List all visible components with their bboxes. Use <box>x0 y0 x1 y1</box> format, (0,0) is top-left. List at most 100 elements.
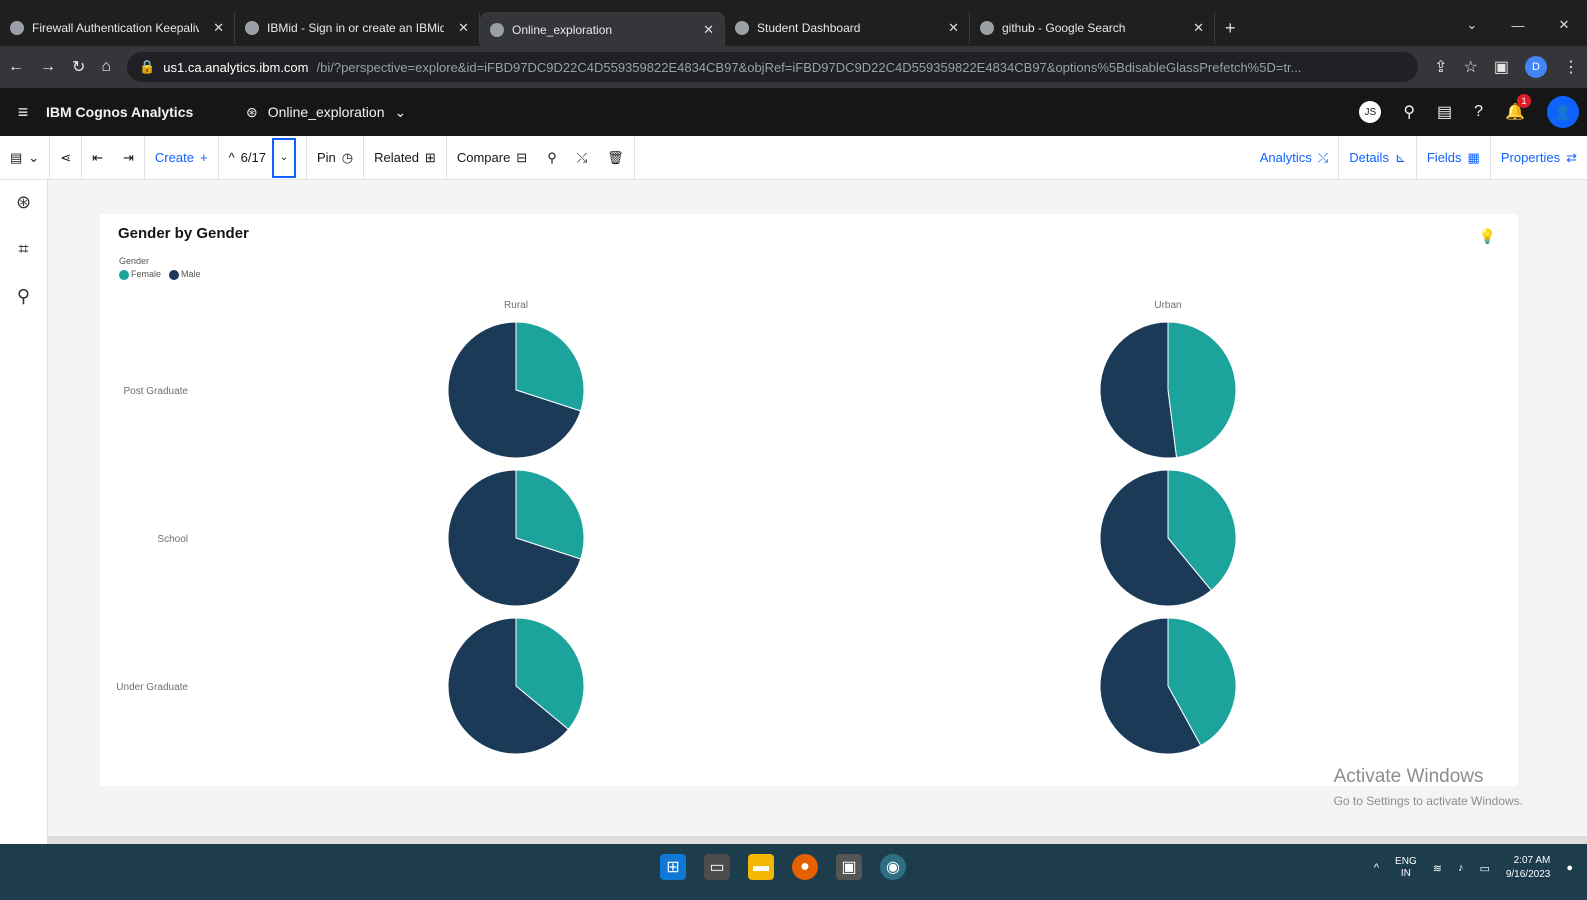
bookmark-star-icon[interactable]: ☆ <box>1464 57 1478 77</box>
pie-slice-male[interactable] <box>1099 321 1178 459</box>
horizontal-scrollbar[interactable] <box>48 836 1587 844</box>
media-icon[interactable]: ▣ <box>836 854 862 880</box>
row-label: Post Graduate <box>124 386 189 397</box>
browser-tab[interactable]: github - Google Search ✕ <box>970 12 1215 44</box>
undo-button[interactable]: ⇤ <box>82 136 113 180</box>
browser-tab[interactable]: Online_exploration ✕ <box>480 12 725 48</box>
pie-slice-female[interactable] <box>1167 321 1237 459</box>
create-button[interactable]: Create + <box>145 135 219 180</box>
redo-button[interactable]: ⇥ <box>113 135 145 180</box>
tab-search-icon[interactable]: ⌄ <box>1449 17 1495 33</box>
close-tab-icon[interactable]: ✕ <box>1193 20 1204 36</box>
details-icon: ⊾ <box>1394 149 1406 165</box>
address-bar-row: ← → ↻ ⌂ 🔒 us1.ca.analytics.ibm.com/bi/?p… <box>0 46 1587 88</box>
file-explorer-icon[interactable]: ▬ <box>748 854 774 880</box>
browser-tab[interactable]: Firewall Authentication Keepalive ✕ <box>0 12 235 44</box>
delete-button[interactable]: 🗑 <box>597 135 635 180</box>
fields-icon: ▦ <box>1467 149 1480 165</box>
relationships-icon[interactable]: ⌗ <box>18 239 28 260</box>
left-rail: ⊛ ⌗ ⚲ <box>0 180 48 844</box>
chevron-down-icon: ⌄ <box>394 103 407 120</box>
row-label: School <box>157 534 188 545</box>
properties-label: Properties <box>1500 150 1561 165</box>
url-field[interactable]: 🔒 us1.ca.analytics.ibm.com/bi/?perspecti… <box>127 52 1419 82</box>
watermark-line1: Activate Windows <box>1333 766 1484 787</box>
close-tab-icon[interactable]: ✕ <box>948 20 959 36</box>
browser-tab-strip: Firewall Authentication Keepalive ✕ IBMid … <box>0 0 1587 48</box>
details-panel-button[interactable]: Details ⊾ <box>1339 135 1417 180</box>
clock[interactable]: 2:07 AM 9/16/2023 <box>1506 854 1551 882</box>
fields-panel-button[interactable]: Fields ▦ <box>1417 135 1491 180</box>
tab-title: Student Dashboard <box>757 21 861 35</box>
share-icon[interactable]: ⇪ <box>1434 57 1447 77</box>
start-icon[interactable]: ⊞ <box>660 854 686 880</box>
fields-label: Fields <box>1426 150 1462 165</box>
save-menu[interactable]: ▤ ⌄ <box>0 135 51 180</box>
tab-title: github - Google Search <box>1002 21 1126 35</box>
user-initials-badge[interactable]: JS <box>1359 101 1382 123</box>
visualization-type-button[interactable]: ⤯ <box>567 136 597 180</box>
exploration-icon: ⊛ <box>246 103 258 120</box>
chevron-up-icon[interactable]: ^ <box>229 150 235 165</box>
browser-tab[interactable]: IBMid - Sign in or create an IBMid ✕ <box>235 12 480 44</box>
tab-title: Online_exploration <box>512 23 613 37</box>
minimize-icon[interactable]: — <box>1495 18 1541 33</box>
tab-favicon-icon <box>980 21 994 35</box>
exploration-switcher[interactable]: ⊛ Online_exploration ⌄ <box>246 104 406 121</box>
notifications-icon[interactable]: 🔔 1 <box>1505 94 1531 122</box>
create-label: Create <box>154 150 194 165</box>
search-icon[interactable]: ⚲ <box>1403 102 1415 122</box>
forward-icon[interactable]: → <box>40 58 56 76</box>
pin-icon: ⚲ <box>547 149 557 165</box>
back-icon[interactable]: ← <box>8 58 24 76</box>
home-icon[interactable]: ⌂ <box>101 58 111 76</box>
related-button[interactable]: Related ⊞ <box>364 135 447 180</box>
help-icon[interactable]: ? <box>1474 103 1483 121</box>
reload-icon[interactable]: ↻ <box>72 57 85 77</box>
undo-icon: ⇤ <box>92 149 104 165</box>
sidepanel-icon[interactable]: ▣ <box>1494 57 1509 77</box>
share-button[interactable]: ⋖ <box>50 135 83 180</box>
profile-icon[interactable]: D <box>1525 56 1547 78</box>
pin-icon[interactable]: ⚲ <box>17 286 30 307</box>
tab-favicon-icon <box>245 21 259 35</box>
chat-icon[interactable]: ▤ <box>1437 102 1452 122</box>
menu-kebab-icon[interactable]: ⋮ <box>1563 57 1579 77</box>
share-icon: ⋖ <box>60 149 72 165</box>
user-avatar-icon[interactable]: 👤 <box>1547 96 1579 128</box>
chrome-icon[interactable]: ◉ <box>880 854 906 880</box>
close-window-icon[interactable]: ✕ <box>1541 17 1587 33</box>
pie-grid-chart: Rural Urban Post Graduate School Under Gradu… <box>116 300 1237 755</box>
notification-center-icon[interactable]: ● <box>1566 862 1573 874</box>
browser-tab[interactable]: Student Dashboard ✕ <box>725 12 970 44</box>
close-tab-icon[interactable]: ✕ <box>213 20 224 36</box>
url-path: /bi/?perspective=explore&id=iFBD97DC9D22… <box>316 59 1302 75</box>
tray-chevron-up-icon[interactable]: ^ <box>1374 862 1379 874</box>
pin-card-button[interactable]: ⚲ <box>537 136 567 180</box>
task-view-icon[interactable]: ▭ <box>704 854 730 880</box>
properties-panel-button[interactable]: Properties ⇄ <box>1491 136 1587 180</box>
visualization-card[interactable]: Gender by Gender 💡 Gender Female Male Rur… <box>100 214 1518 786</box>
compare-icon: ⊟ <box>516 149 528 165</box>
tab-list: Firewall Authentication Keepalive ✕ IBMid … <box>0 10 1587 48</box>
watermark-line2: Go to Settings to activate Windows. <box>1333 794 1523 808</box>
language-indicator[interactable]: ENG IN <box>1395 856 1417 880</box>
wifi-icon[interactable]: ≋ <box>1433 862 1442 875</box>
compare-button[interactable]: Compare ⊟ <box>447 136 537 180</box>
close-tab-icon[interactable]: ✕ <box>703 22 714 38</box>
analytics-panel-button[interactable]: Analytics ⤯ <box>1250 135 1340 180</box>
close-tab-icon[interactable]: ✕ <box>458 20 469 36</box>
data-sources-icon[interactable]: ⊛ <box>16 192 31 213</box>
tab-favicon-icon <box>735 21 749 35</box>
new-tab-icon[interactable]: + <box>1225 18 1236 39</box>
lock-icon: 🔒 <box>139 59 156 74</box>
hamburger-icon[interactable]: ≡ <box>0 102 46 123</box>
page-dropdown[interactable]: ⌄ <box>271 137 296 178</box>
column-header: Urban <box>1154 300 1181 311</box>
clock-date: 9/16/2023 <box>1505 869 1551 880</box>
pin-button[interactable]: Pin ◷ <box>307 135 365 180</box>
battery-icon[interactable]: ▭ <box>1479 862 1489 875</box>
trash-icon: 🗑 <box>607 149 624 165</box>
firefox-icon[interactable]: ● <box>792 854 818 880</box>
volume-icon[interactable]: ♪ <box>1458 862 1464 874</box>
